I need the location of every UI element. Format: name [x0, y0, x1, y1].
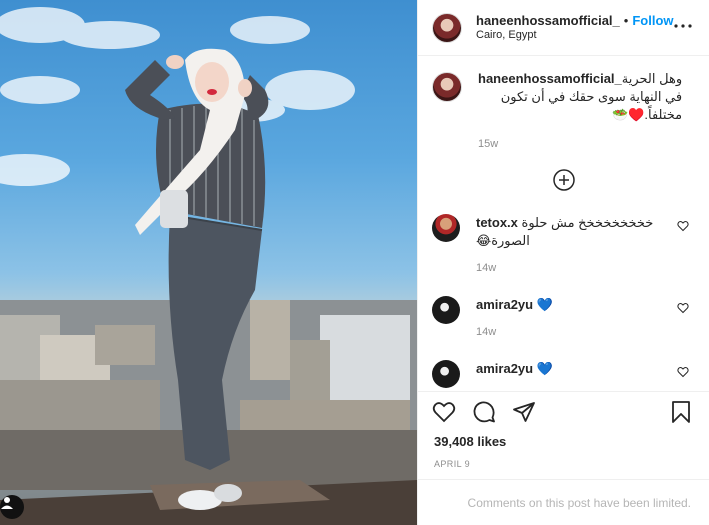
more-horizontal-icon[interactable] — [671, 14, 695, 38]
comment-text: خخخخخخخخخ مش حلوة — [521, 215, 654, 230]
comment-item: amira2yu 💙 14w — [418, 360, 709, 391]
photo-illustration — [0, 7, 417, 525]
caption-text-line3: مختلفاً.♥️🥗 — [612, 107, 683, 122]
follow-button[interactable]: Follow — [632, 13, 673, 28]
comment-text: 💙 — [536, 297, 553, 312]
caption-time[interactable]: 15w — [478, 138, 682, 150]
comments-limited-notice: Comments on this post have been limited. — [418, 479, 709, 525]
comment-icon[interactable] — [472, 400, 496, 424]
caption-text-line1: وهل الحرية — [621, 71, 683, 86]
heart-icon[interactable] — [432, 400, 456, 424]
plus-circle-icon[interactable] — [552, 168, 576, 192]
commenter-avatar[interactable] — [432, 360, 460, 388]
post-location[interactable]: Cairo, Egypt — [476, 28, 674, 43]
post-date[interactable]: APRIL 9 — [418, 459, 709, 469]
load-more-comments[interactable] — [418, 168, 709, 192]
comment-time[interactable]: 14w — [476, 390, 676, 391]
post-photo[interactable] — [0, 0, 417, 525]
caption-username[interactable]: haneenhossamofficial_ — [478, 70, 622, 88]
comment-item: amira2yu 💙 14w — [418, 296, 709, 338]
separator-dot: • — [623, 12, 629, 28]
caption-text-line2: في النهاية سوى حقك في أن تكون — [500, 89, 683, 104]
action-bar — [418, 391, 709, 431]
author-username[interactable]: haneenhossamofficial_ — [476, 13, 620, 28]
author-avatar[interactable] — [432, 12, 462, 43]
post-side-panel: haneenhossamofficial_ • Follow Cairo, Eg… — [417, 0, 709, 525]
commenter-avatar[interactable] — [432, 214, 460, 242]
commenter-username[interactable]: amira2yu — [476, 297, 533, 312]
caption: haneenhossamofficial_ وهل الحرية في النه… — [418, 56, 709, 150]
comment-text-cont: الصورة😂 — [476, 233, 530, 248]
post-dialog: haneenhossamofficial_ • Follow Cairo, Eg… — [0, 0, 709, 525]
likes-count[interactable]: 39,408 likes — [418, 433, 709, 451]
commenter-username[interactable]: amira2yu — [476, 361, 533, 376]
comment-like-icon[interactable] — [677, 366, 689, 378]
comment-time[interactable]: 14w — [476, 326, 676, 338]
caption-avatar[interactable] — [432, 72, 462, 102]
commenter-username[interactable]: tetox.x — [476, 215, 518, 230]
share-icon[interactable] — [512, 400, 536, 424]
post-header: haneenhossamofficial_ • Follow Cairo, Eg… — [418, 0, 709, 56]
bookmark-icon[interactable] — [669, 400, 693, 424]
commenter-avatar[interactable] — [432, 296, 460, 324]
user-tag-icon[interactable] — [0, 495, 24, 519]
comment-like-icon[interactable] — [677, 220, 689, 232]
comment-item: tetox.x خخخخخخخخخ مش حلوة الصورة😂 14w — [418, 214, 709, 274]
comment-text: 💙 — [536, 361, 553, 376]
comments-list[interactable]: haneenhossamofficial_ وهل الحرية في النه… — [418, 56, 709, 391]
comment-like-icon[interactable] — [677, 302, 689, 314]
comment-time[interactable]: 14w — [476, 262, 676, 274]
